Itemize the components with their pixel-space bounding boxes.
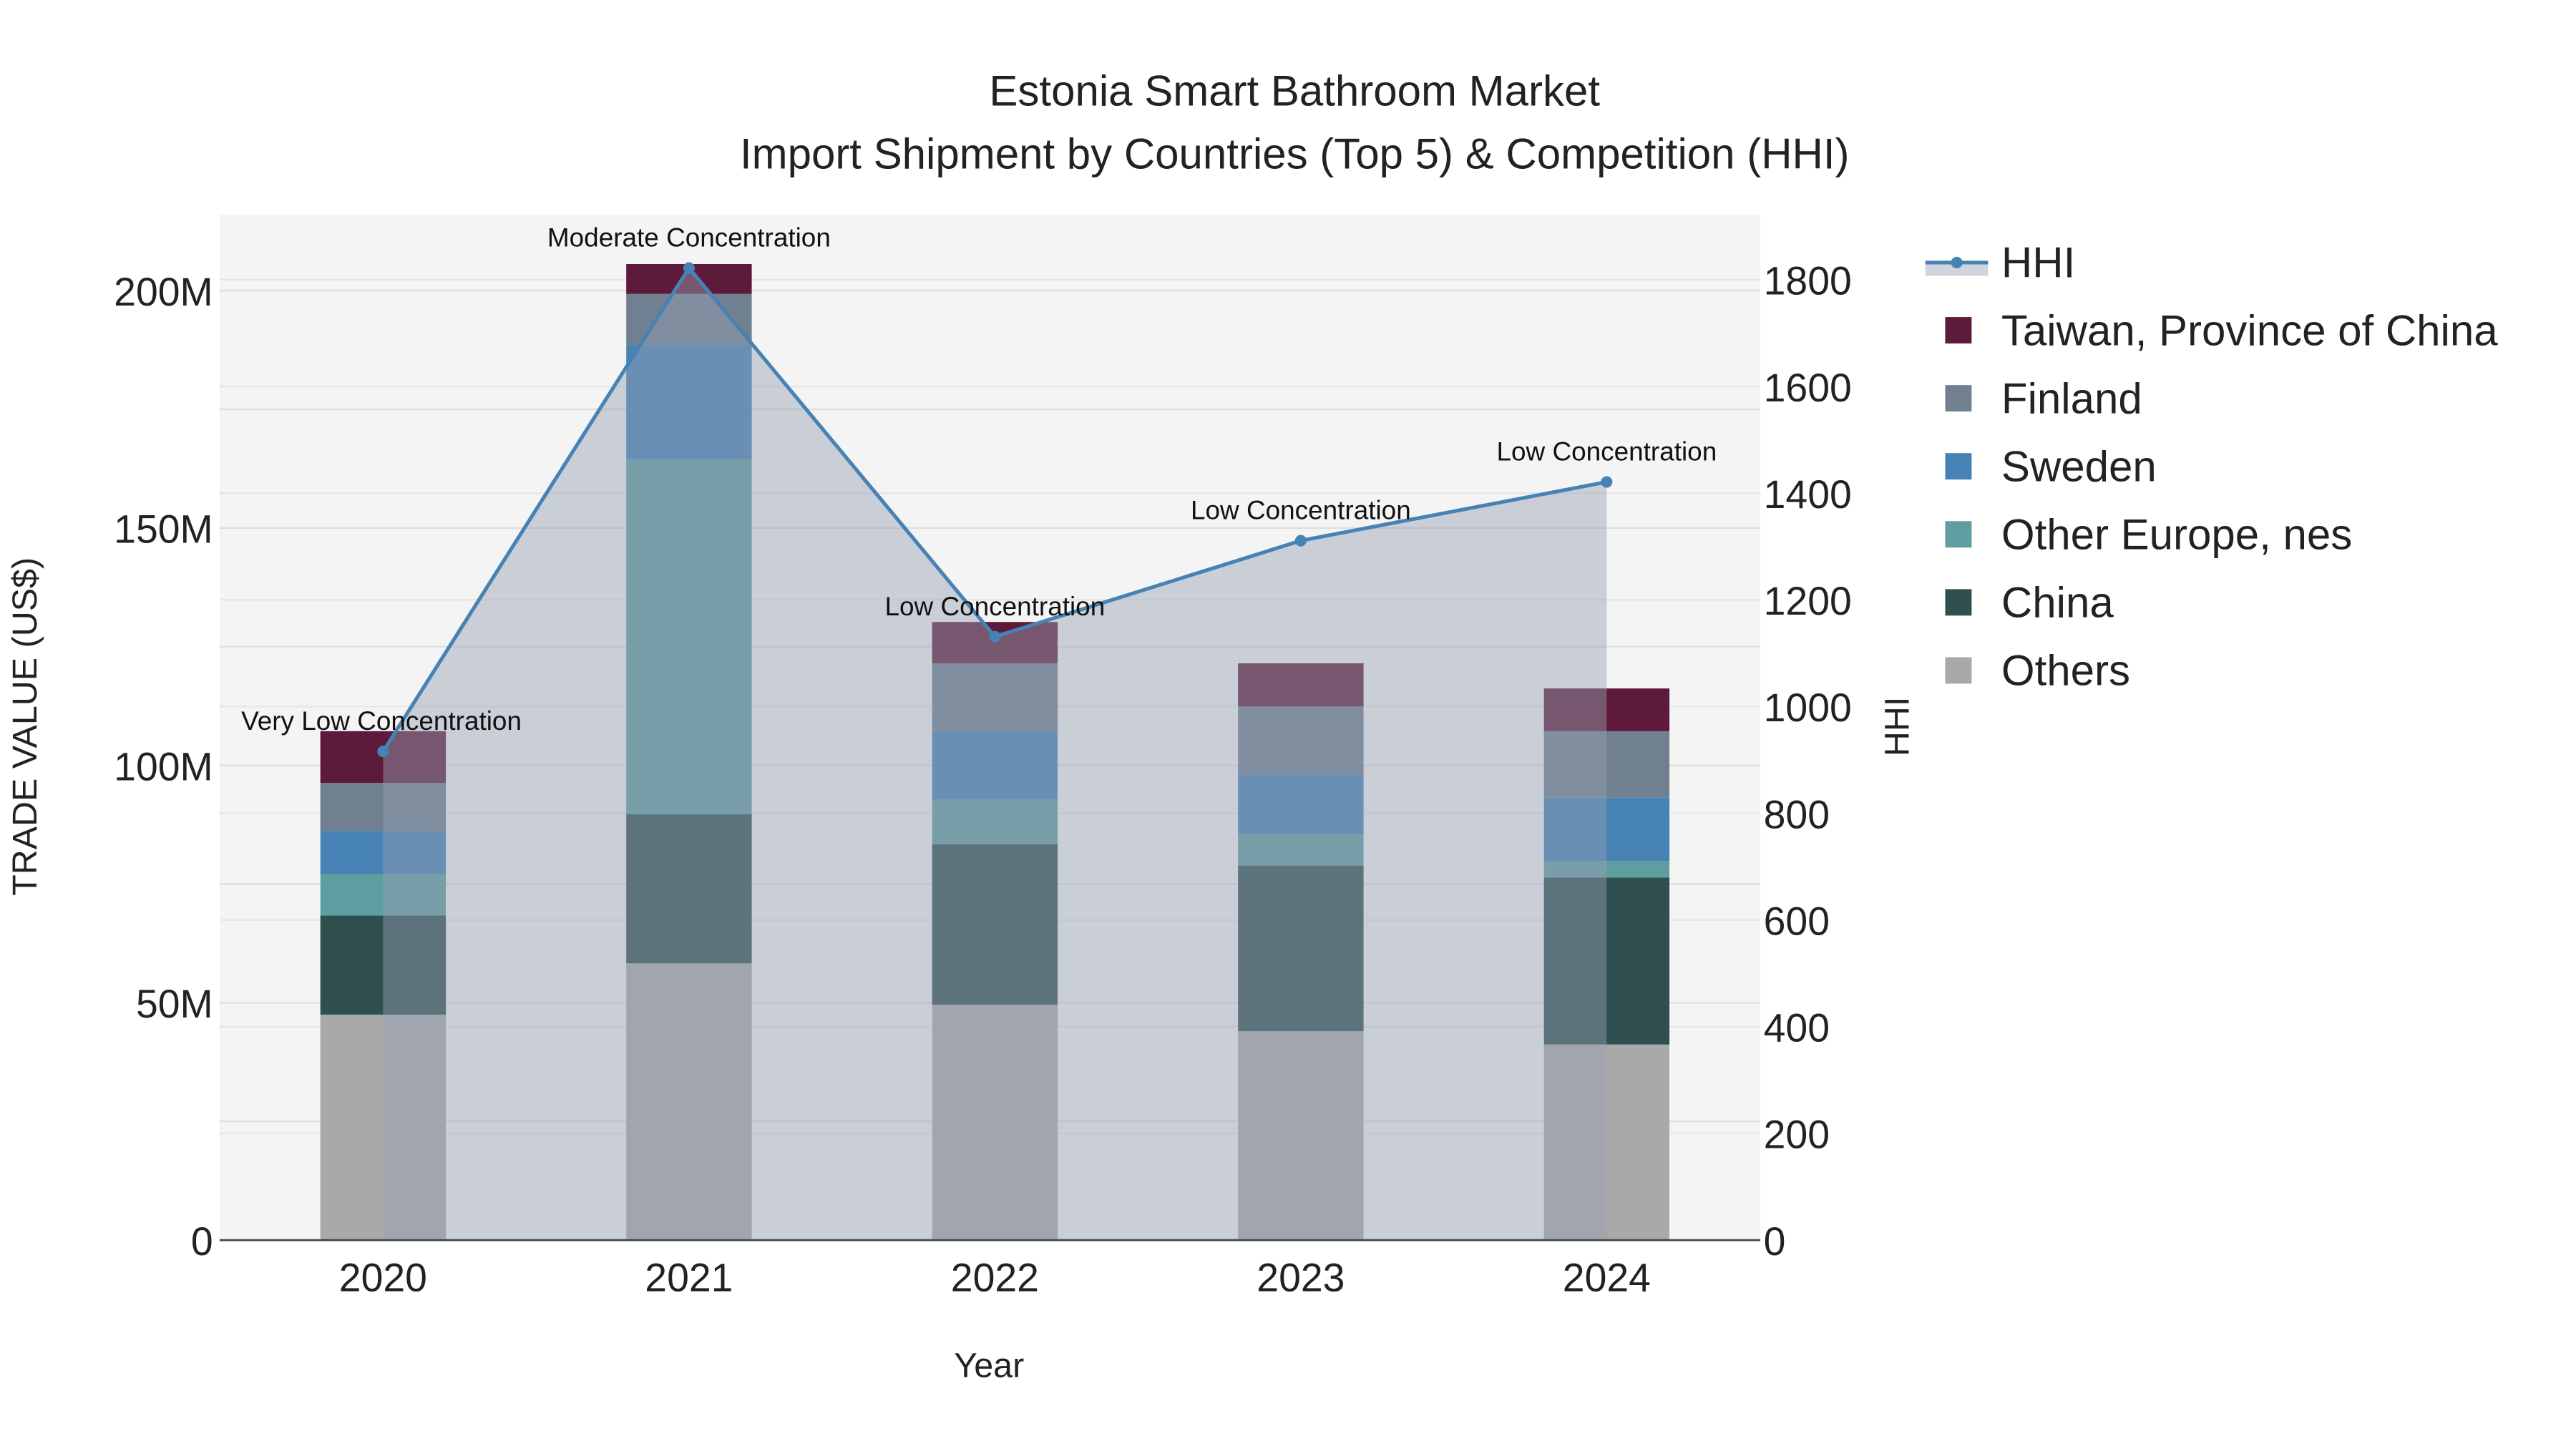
- x-tick-label: 2024: [1563, 1256, 1651, 1300]
- legend: HHI Taiwan, Province of China Finland Swede…: [1925, 239, 2498, 695]
- legend-swatch: [1945, 521, 1972, 548]
- y2-tick-label: 1400: [1764, 472, 1852, 517]
- hhi-point: [1601, 476, 1613, 488]
- y-tick-label: 200M: [114, 270, 213, 314]
- y-tick-label: 50M: [136, 982, 213, 1026]
- legend-swatch: [1945, 453, 1972, 480]
- y-tick-label: 150M: [114, 507, 213, 552]
- hhi-annotation: Low Concentration: [1497, 437, 1717, 467]
- y2-tick-label: 200: [1764, 1113, 1830, 1157]
- legend-label: Finland: [2001, 374, 2142, 422]
- hhi-annotation: Moderate Concentration: [547, 223, 831, 253]
- y2-tick-label: 1600: [1764, 366, 1852, 410]
- y2-tick-label: 800: [1764, 792, 1830, 836]
- legend-label: Other Europe, nes: [2001, 511, 2352, 559]
- y-tick-label: 0: [191, 1219, 213, 1264]
- x-tick-label: 2020: [339, 1256, 427, 1300]
- legend-swatch: [1945, 657, 1972, 684]
- x-tick-label: 2022: [951, 1256, 1039, 1300]
- legend-swatch: [1945, 589, 1972, 616]
- hhi-annotation: Very Low Concentration: [241, 706, 522, 736]
- y-axis-title: TRADE VALUE (US$): [6, 557, 44, 896]
- y2-tick-label: 1800: [1764, 259, 1852, 303]
- legend-label: Others: [2001, 647, 2130, 695]
- legend-label: Taiwan, Province of China: [2001, 306, 2498, 354]
- legend-label: Sweden: [2001, 442, 2157, 490]
- hhi-point: [377, 746, 389, 758]
- hhi-point: [1294, 535, 1307, 547]
- legend-label: China: [2001, 579, 2114, 627]
- y2-tick-label: 400: [1764, 1006, 1830, 1050]
- y2-tick-label: 1200: [1764, 579, 1852, 623]
- y2-tick-label: 0: [1764, 1219, 1786, 1264]
- hhi-annotation: Low Concentration: [1191, 496, 1411, 525]
- y-tick-label: 100M: [114, 744, 213, 789]
- y2-axis-title: HHI: [1878, 697, 1917, 756]
- legend-swatch: [1945, 385, 1972, 412]
- chart-subtitle: Import Shipment by Countries (Top 5) & C…: [740, 130, 1850, 177]
- x-axis-title: Year: [954, 1347, 1024, 1385]
- legend-label: HHI: [2001, 239, 2075, 287]
- y2-tick-label: 1000: [1764, 686, 1852, 730]
- y2-tick-label: 600: [1764, 899, 1830, 943]
- hhi-annotation: Low Concentration: [885, 592, 1106, 621]
- chart: Estonia Smart Bathroom Market Import Shi…: [6, 67, 2498, 1385]
- hhi-point: [683, 262, 695, 274]
- x-tick-label: 2021: [645, 1256, 733, 1300]
- chart-title: Estonia Smart Bathroom Market: [989, 67, 1600, 115]
- legend-swatch: [1945, 317, 1972, 343]
- hhi-point: [989, 630, 1001, 643]
- x-tick-label: 2023: [1257, 1256, 1345, 1300]
- legend-hhi-marker: [1951, 256, 1963, 268]
